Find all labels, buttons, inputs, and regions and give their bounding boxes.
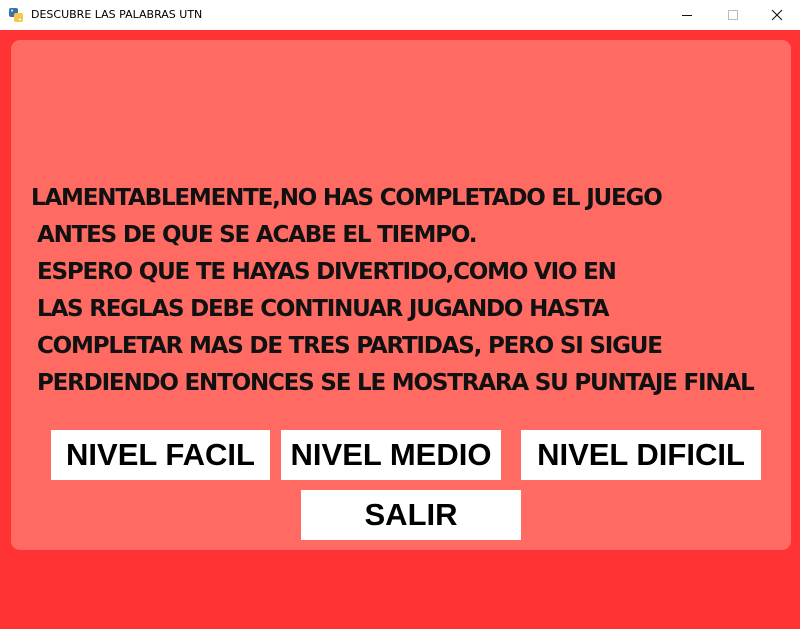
close-button[interactable] [754,0,800,30]
medium-level-button[interactable]: NIVEL MEDIO [281,430,501,480]
exit-button[interactable]: SALIR [301,490,521,540]
message-line-4: LAS REGLAS DEBE CONTINUAR JUGANDO HASTA [37,296,610,322]
maximize-button[interactable] [710,0,756,30]
game-area: LAMENTABLEMENTE,NO HAS COMPLETADO EL JUE… [0,30,800,629]
message-line-6: PERDIENDO ENTONCES SE LE MOSTRARA SU PUN… [37,370,755,396]
title-bar: DESCUBRE LAS PALABRAS UTN [0,0,800,30]
window-title: DESCUBRE LAS PALABRAS UTN [31,8,203,21]
easy-level-button[interactable]: NIVEL FACIL [51,430,270,480]
hard-level-button[interactable]: NIVEL DIFICIL [521,430,761,480]
medium-level-label: NIVEL MEDIO [290,437,492,472]
maximize-icon [728,10,738,20]
python-app-icon [8,7,24,23]
message-line-5: COMPLETAR MAS DE TRES PARTIDAS, PERO SI … [37,333,663,359]
message-line-2: ANTES DE QUE SE ACABE EL TIEMPO. [37,222,477,248]
easy-level-label: NIVEL FACIL [66,437,255,472]
message-line-3: ESPERO QUE TE HAYAS DIVERTIDO,COMO VIO E… [37,259,617,285]
minimize-button[interactable] [664,0,710,30]
message-line-1: LAMENTABLEMENTE,NO HAS COMPLETADO EL JUE… [31,185,663,211]
minimize-icon [682,15,692,16]
close-icon [771,9,783,21]
hard-level-label: NIVEL DIFICIL [537,437,745,472]
exit-label: SALIR [364,497,458,532]
